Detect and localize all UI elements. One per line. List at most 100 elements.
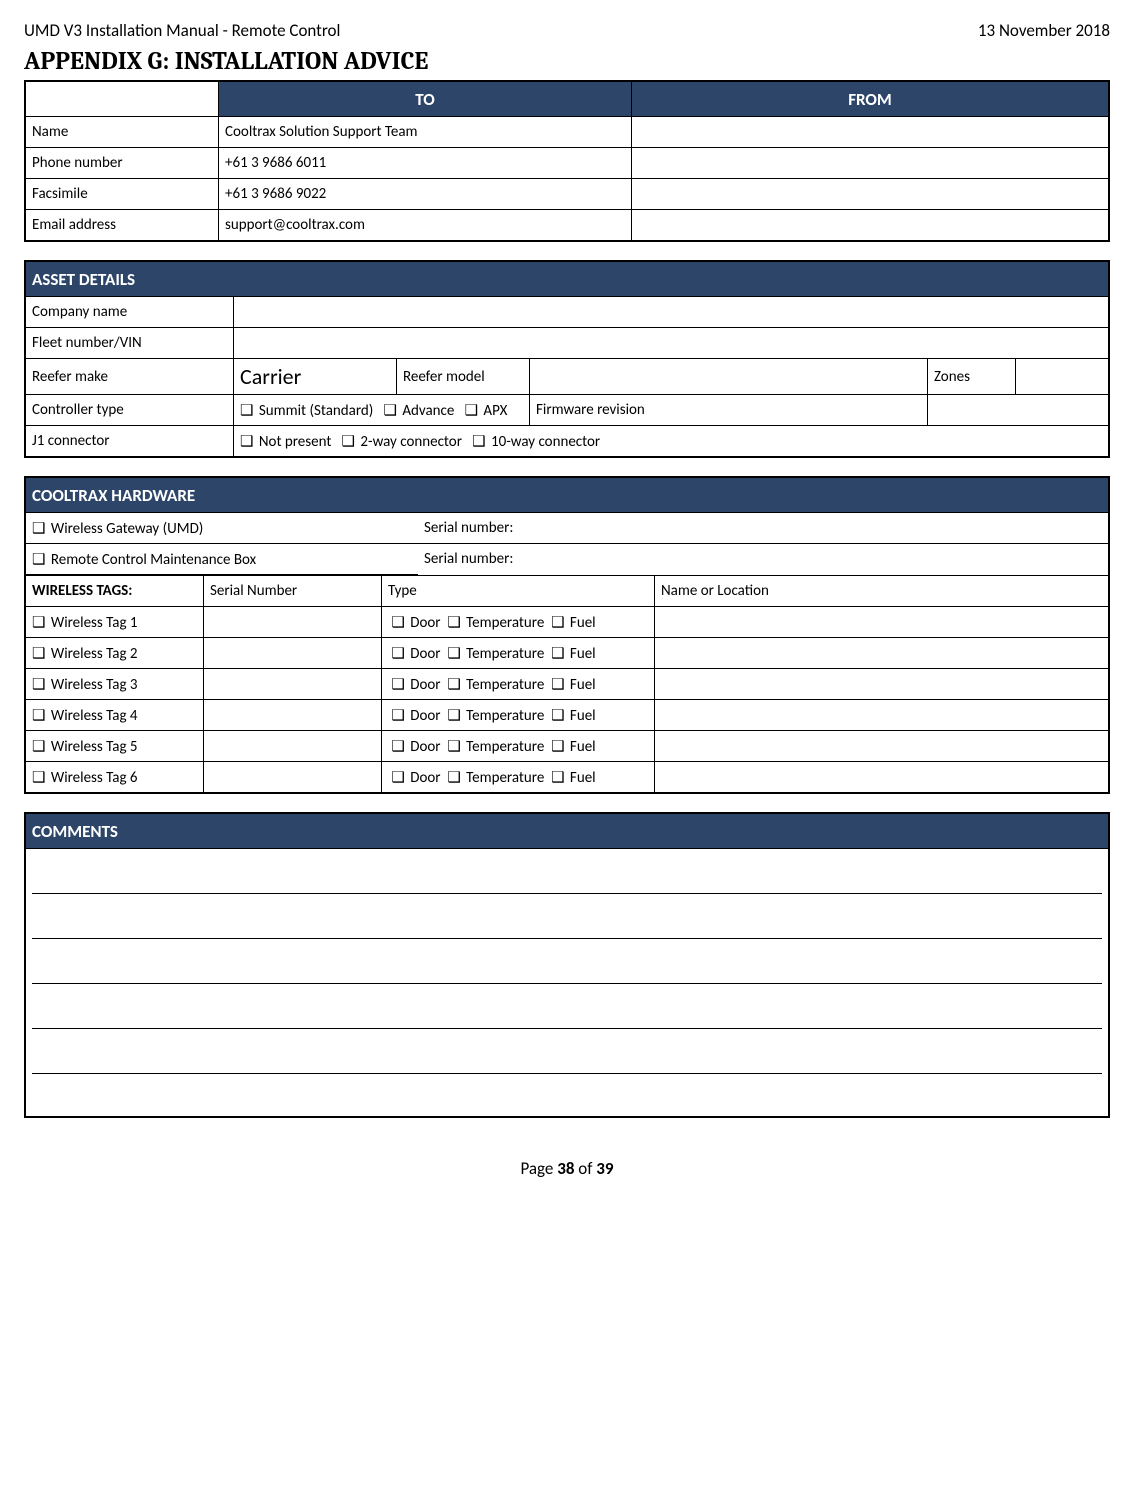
comment-line[interactable] xyxy=(32,945,1102,984)
checkbox-icon[interactable]: ❑ xyxy=(32,550,45,568)
checkbox-icon[interactable]: ❑ xyxy=(447,613,460,631)
wt-type-options[interactable]: ❑ Door ❑ Temperature ❑ Fuel xyxy=(382,669,655,700)
checkbox-icon[interactable]: ❑ xyxy=(447,706,460,724)
wt-serial-input[interactable] xyxy=(204,700,382,731)
checkbox-icon[interactable]: ❑ xyxy=(551,675,564,693)
checkbox-icon[interactable]: ❑ xyxy=(391,613,404,631)
checkbox-icon[interactable]: ❑ xyxy=(240,401,253,419)
checkbox-icon[interactable]: ❑ xyxy=(32,737,45,755)
company-input[interactable] xyxy=(234,297,1110,328)
comment-line[interactable] xyxy=(32,900,1102,939)
wt-label[interactable]: ❑ Wireless Tag 6 xyxy=(25,762,204,794)
wt-label[interactable]: ❑ Wireless Tag 3 xyxy=(25,669,204,700)
reefer-make-value: Carrier xyxy=(234,359,397,395)
checkbox-icon[interactable]: ❑ xyxy=(240,432,253,450)
doc-title-left: UMD V3 Installation Manual - Remote Cont… xyxy=(24,20,340,41)
checkbox-icon[interactable]: ❑ xyxy=(551,706,564,724)
comments-table: COMMENTS xyxy=(24,812,1110,1118)
page-header: UMD V3 Installation Manual - Remote Cont… xyxy=(24,20,1110,41)
fleet-input[interactable] xyxy=(234,328,1110,359)
email-from[interactable] xyxy=(632,210,1110,242)
fax-value: +61 3 9686 9022 xyxy=(219,179,632,210)
wt-label[interactable]: ❑ Wireless Tag 4 xyxy=(25,700,204,731)
checkbox-icon[interactable]: ❑ xyxy=(551,737,564,755)
name-from[interactable] xyxy=(632,117,1110,148)
firmware-input[interactable] xyxy=(928,395,1110,426)
wt-label[interactable]: ❑ Wireless Tag 2 xyxy=(25,638,204,669)
checkbox-icon[interactable]: ❑ xyxy=(391,675,404,693)
comments-body[interactable] xyxy=(25,849,1109,1118)
asset-header: ASSET DETAILS xyxy=(25,261,1109,297)
wt-serial-input[interactable] xyxy=(204,638,382,669)
doc-date-right: 13 November 2018 xyxy=(978,20,1110,41)
wt-name-input[interactable] xyxy=(655,731,1110,762)
checkbox-icon[interactable]: ❑ xyxy=(32,675,45,693)
checkbox-icon[interactable]: ❑ xyxy=(384,401,397,419)
checkbox-icon[interactable]: ❑ xyxy=(551,768,564,786)
comment-line[interactable] xyxy=(32,990,1102,1029)
from-header: FROM xyxy=(632,81,1110,117)
wt-type-options[interactable]: ❑ Door ❑ Temperature ❑ Fuel xyxy=(382,607,655,638)
checkbox-icon[interactable]: ❑ xyxy=(32,613,45,631)
checkbox-icon[interactable]: ❑ xyxy=(391,737,404,755)
controller-options[interactable]: ❑ Summit (Standard) ❑ Advance ❑ APX xyxy=(234,395,530,426)
checkbox-icon[interactable]: ❑ xyxy=(447,644,460,662)
email-label: Email address xyxy=(25,210,219,242)
table-row: ❑ Wireless Tag 3 ❑ Door ❑ Temperature ❑ … xyxy=(25,669,1109,700)
checkbox-icon[interactable]: ❑ xyxy=(391,768,404,786)
fax-label: Facsimile xyxy=(25,179,219,210)
wt-serial-input[interactable] xyxy=(204,731,382,762)
phone-from[interactable] xyxy=(632,148,1110,179)
wt-type-options[interactable]: ❑ Door ❑ Temperature ❑ Fuel xyxy=(382,731,655,762)
rcmb-serial-label: Serial number: xyxy=(418,544,1108,575)
wt-name-input[interactable] xyxy=(655,669,1110,700)
gateway-row[interactable]: ❑ Wireless Gateway (UMD) xyxy=(26,513,418,544)
reefer-model-input[interactable] xyxy=(530,359,928,395)
comments-header: COMMENTS xyxy=(25,813,1109,849)
table-row: ❑ Wireless Tag 2 ❑ Door ❑ Temperature ❑ … xyxy=(25,638,1109,669)
zones-input[interactable] xyxy=(1016,359,1110,395)
checkbox-icon[interactable]: ❑ xyxy=(391,644,404,662)
j1-options[interactable]: ❑ Not present ❑ 2-way connector ❑ 10-way… xyxy=(234,426,1110,458)
checkbox-icon[interactable]: ❑ xyxy=(32,519,45,537)
checkbox-icon[interactable]: ❑ xyxy=(472,432,485,450)
comment-line[interactable] xyxy=(32,855,1102,894)
fax-from[interactable] xyxy=(632,179,1110,210)
table-row: ❑ Wireless Tag 1 ❑ Door ❑ Temperature ❑ … xyxy=(25,607,1109,638)
wt-serial-input[interactable] xyxy=(204,607,382,638)
checkbox-icon[interactable]: ❑ xyxy=(32,706,45,724)
name-value: Cooltrax Solution Support Team xyxy=(219,117,632,148)
wt-label[interactable]: ❑ Wireless Tag 5 xyxy=(25,731,204,762)
appendix-title: APPENDIX G: INSTALLATION ADVICE xyxy=(24,47,1110,76)
wt-col-name: Name or Location xyxy=(655,576,1110,607)
wt-name-input[interactable] xyxy=(655,607,1110,638)
wt-type-options[interactable]: ❑ Door ❑ Temperature ❑ Fuel xyxy=(382,762,655,794)
checkbox-icon[interactable]: ❑ xyxy=(465,401,478,419)
checkbox-icon[interactable]: ❑ xyxy=(391,706,404,724)
wt-col-serial: Serial Number xyxy=(204,576,382,607)
checkbox-icon[interactable]: ❑ xyxy=(32,644,45,662)
comment-line[interactable] xyxy=(32,1035,1102,1074)
checkbox-icon[interactable]: ❑ xyxy=(32,768,45,786)
wt-type-options[interactable]: ❑ Door ❑ Temperature ❑ Fuel xyxy=(382,638,655,669)
table-row: ❑ Wireless Tag 6 ❑ Door ❑ Temperature ❑ … xyxy=(25,762,1109,794)
wt-type-options[interactable]: ❑ Door ❑ Temperature ❑ Fuel xyxy=(382,700,655,731)
wt-serial-input[interactable] xyxy=(204,762,382,794)
checkbox-icon[interactable]: ❑ xyxy=(342,432,355,450)
wt-serial-input[interactable] xyxy=(204,669,382,700)
wt-name-input[interactable] xyxy=(655,700,1110,731)
checkbox-icon[interactable]: ❑ xyxy=(447,768,460,786)
checkbox-icon[interactable]: ❑ xyxy=(551,613,564,631)
wt-name-input[interactable] xyxy=(655,638,1110,669)
table-row: ❑ Wireless Tag 5 ❑ Door ❑ Temperature ❑ … xyxy=(25,731,1109,762)
wt-col-type: Type xyxy=(382,576,655,607)
checkbox-icon[interactable]: ❑ xyxy=(447,737,460,755)
checkbox-icon[interactable]: ❑ xyxy=(447,675,460,693)
wt-name-input[interactable] xyxy=(655,762,1110,794)
contact-table: TO FROM Name Cooltrax Solution Support T… xyxy=(24,80,1110,242)
checkbox-icon[interactable]: ❑ xyxy=(551,644,564,662)
hardware-header: COOLTRAX HARDWARE xyxy=(25,477,1109,513)
comment-line[interactable] xyxy=(32,1080,1102,1110)
wt-label[interactable]: ❑ Wireless Tag 1 xyxy=(25,607,204,638)
rcmb-row[interactable]: ❑ Remote Control Maintenance Box xyxy=(26,544,418,575)
